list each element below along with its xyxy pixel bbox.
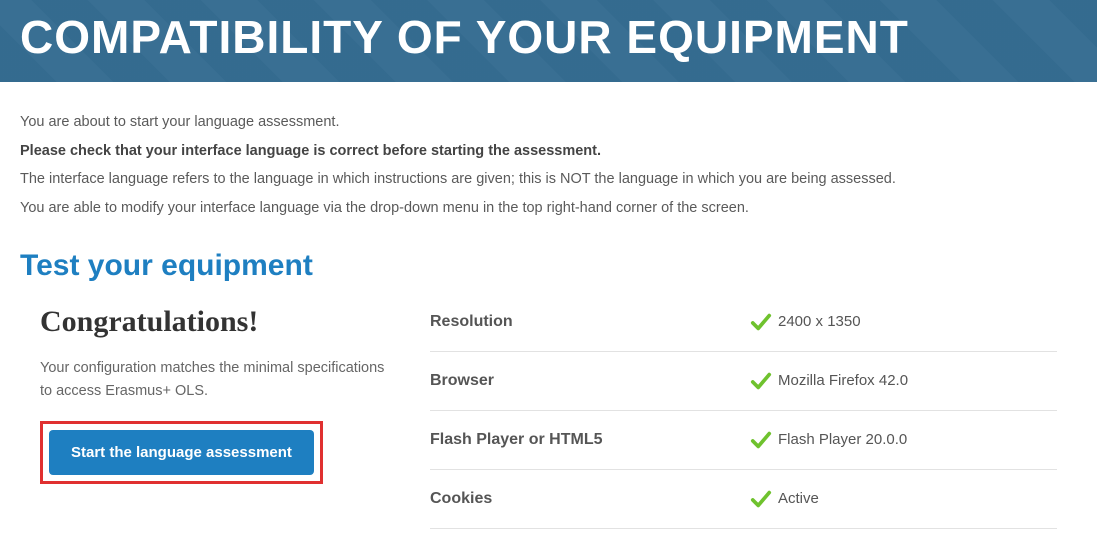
hero-banner: COMPATIBILITY OF YOUR EQUIPMENT — [0, 0, 1097, 82]
check-label: Resolution — [430, 313, 750, 331]
checkmark-icon — [750, 429, 772, 451]
highlight-frame: Start the language assessment — [40, 421, 323, 484]
page-title: COMPATIBILITY OF YOUR EQUIPMENT — [20, 10, 1077, 64]
check-label: Cookies — [430, 490, 750, 508]
check-value: 2400 x 1350 — [750, 311, 861, 333]
check-value: Active — [750, 488, 819, 510]
checkmark-icon — [750, 311, 772, 333]
check-row: Resolution 2400 x 1350 — [430, 305, 1057, 352]
congrats-body: Your configuration matches the minimal s… — [40, 357, 400, 403]
check-value-text: Active — [778, 490, 819, 507]
checkmark-icon — [750, 488, 772, 510]
columns: Congratulations! Your configuration matc… — [20, 305, 1077, 529]
check-value-text: Flash Player 20.0.0 — [778, 431, 907, 448]
intro-line-4: You are able to modify your interface la… — [20, 196, 1077, 221]
congrats-title: Congratulations! — [40, 305, 400, 339]
start-assessment-button[interactable]: Start the language assessment — [49, 430, 314, 475]
check-value: Flash Player 20.0.0 — [750, 429, 907, 451]
intro-line-3: The interface language refers to the lan… — [20, 167, 1077, 192]
check-value: Mozilla Firefox 42.0 — [750, 370, 908, 392]
check-value-text: 2400 x 1350 — [778, 313, 861, 330]
check-label: Flash Player or HTML5 — [430, 431, 750, 449]
intro-block: You are about to start your language ass… — [20, 110, 1077, 221]
intro-line-2-bold: Please check that your interface languag… — [20, 139, 1077, 164]
check-value-text: Mozilla Firefox 42.0 — [778, 372, 908, 389]
left-column: Congratulations! Your configuration matc… — [40, 305, 400, 484]
subheading-test-equipment: Test your equipment — [20, 249, 1077, 283]
equipment-check-list: Resolution 2400 x 1350 Browser Mozilla Fire… — [430, 305, 1057, 529]
check-row: Flash Player or HTML5 Flash Player 20.0.0 — [430, 411, 1057, 470]
intro-line-1: You are about to start your language ass… — [20, 110, 1077, 135]
check-row: Browser Mozilla Firefox 42.0 — [430, 352, 1057, 411]
content-area: You are about to start your language ass… — [0, 82, 1097, 539]
checkmark-icon — [750, 370, 772, 392]
check-row: Cookies Active — [430, 470, 1057, 529]
check-label: Browser — [430, 372, 750, 390]
